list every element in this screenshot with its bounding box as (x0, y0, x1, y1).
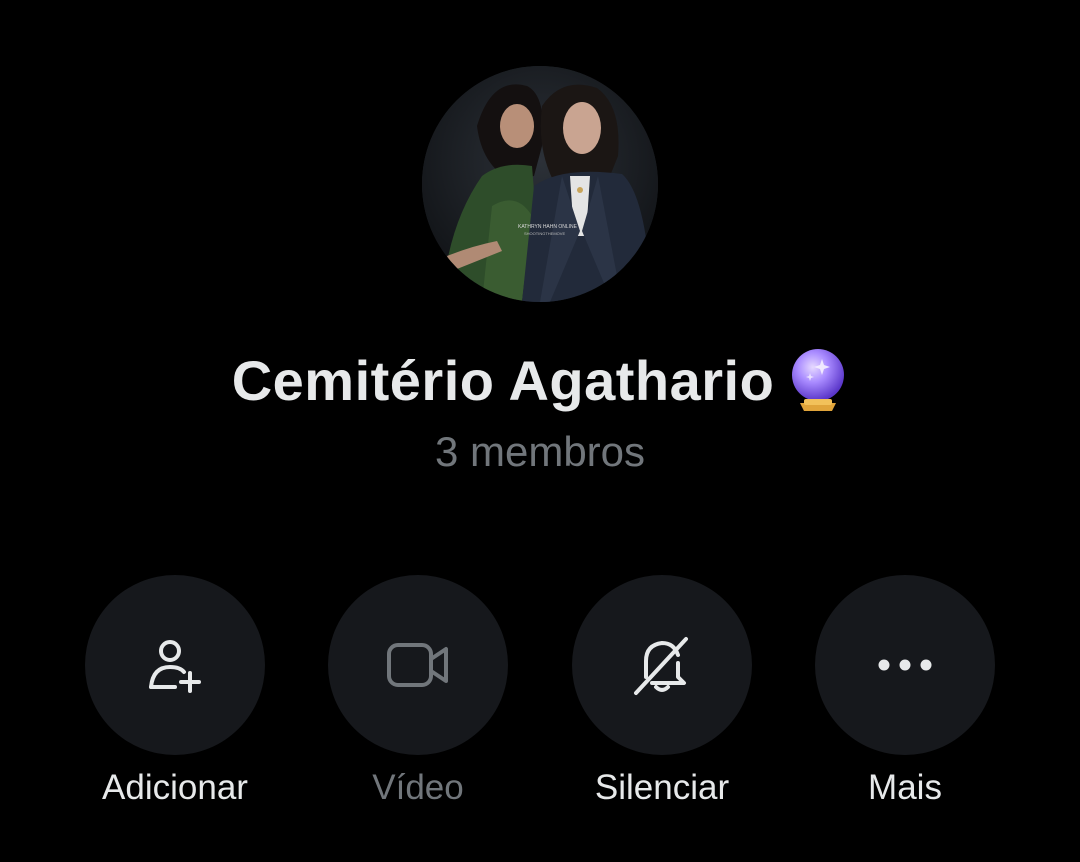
video-call-button[interactable] (328, 575, 508, 755)
avatar-caption-line2: SHOOTINGTHEMOVE (524, 231, 565, 236)
group-avatar[interactable]: KATHRYN HAHN ONLINE SHOOTINGTHEMOVE (422, 66, 658, 302)
more-action[interactable]: Mais (815, 575, 995, 815)
mute-action[interactable]: Silenciar (572, 575, 752, 815)
mute-button[interactable] (572, 575, 752, 755)
avatar-caption-line1: KATHRYN HAHN ONLINE (518, 224, 578, 230)
video-camera-icon (387, 643, 448, 687)
bell-off-icon (634, 637, 688, 695)
mute-label: Silenciar (594, 768, 730, 807)
crystal-ball-icon (788, 347, 848, 413)
video-call-action[interactable]: Vídeo (328, 575, 508, 815)
add-member-button[interactable] (85, 575, 265, 755)
more-button[interactable] (815, 575, 995, 755)
more-label: Mais (868, 768, 942, 807)
more-dots-icon (878, 659, 932, 671)
add-user-icon (149, 640, 201, 693)
add-member-action[interactable]: Adicionar (85, 575, 265, 815)
group-avatar-image: KATHRYN HAHN ONLINE SHOOTINGTHEMOVE (422, 66, 658, 302)
group-name: Cemitério Agathario (231, 348, 775, 412)
add-member-label: Adicionar (102, 768, 248, 807)
video-call-label: Vídeo (372, 768, 464, 807)
group-title-row: Cemitério Agathario (0, 340, 1080, 420)
member-count: 3 membros (434, 428, 646, 475)
